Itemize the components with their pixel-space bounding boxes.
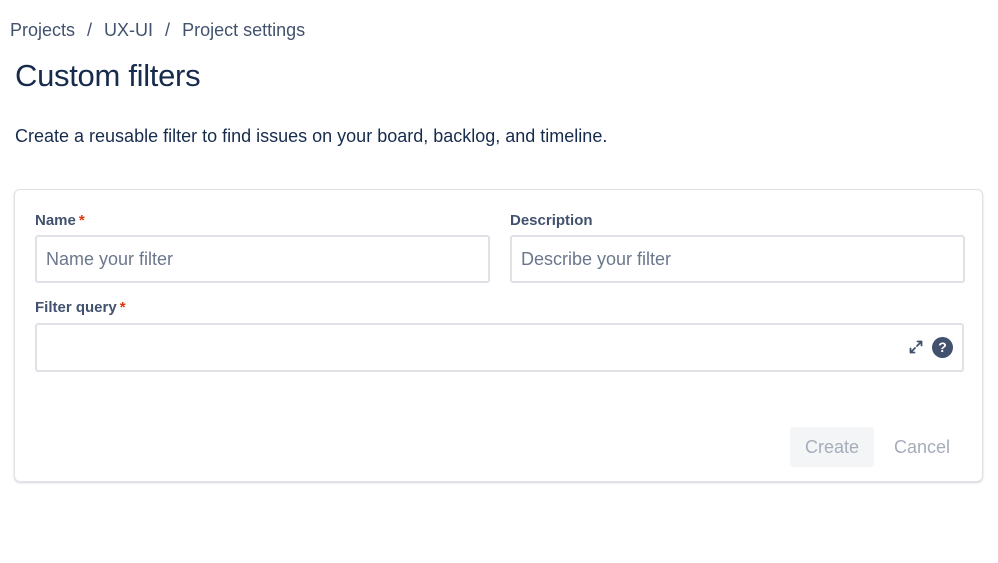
cancel-button[interactable]: Cancel <box>884 427 960 467</box>
custom-filters-page: Projects / UX-UI / Project settings Cust… <box>0 0 998 563</box>
breadcrumb: Projects / UX-UI / Project settings <box>10 20 305 41</box>
breadcrumb-project-link[interactable]: UX-UI <box>104 20 153 41</box>
filter-query-field-label: Filter query * <box>35 299 126 316</box>
filter-form-card: Name* Description Filter query* ? Create… <box>14 189 983 482</box>
breadcrumb-projects-link[interactable]: Projects <box>10 20 75 41</box>
description-input[interactable] <box>510 235 965 283</box>
page-title: Custom filters <box>15 58 201 93</box>
name-required-marker: * <box>78 212 85 229</box>
description-field-label: Description <box>510 212 593 229</box>
name-input[interactable] <box>35 235 490 283</box>
name-field-label: Name * <box>35 212 85 229</box>
filter-query-required-marker: * <box>119 299 126 316</box>
breadcrumb-separator: / <box>87 20 93 40</box>
filter-query-label-text: Filter query <box>35 299 117 316</box>
create-button[interactable]: Create <box>790 427 874 467</box>
name-label-text: Name <box>35 212 76 229</box>
breadcrumb-project-settings-link[interactable]: Project settings <box>182 20 305 41</box>
page-description: Create a reusable filter to find issues … <box>15 126 608 146</box>
filter-query-input[interactable]: ? <box>35 323 964 372</box>
breadcrumb-separator: / <box>165 20 171 40</box>
help-icon[interactable]: ? <box>932 337 953 358</box>
description-label-text: Description <box>510 212 593 229</box>
expand-icon[interactable] <box>908 339 924 355</box>
